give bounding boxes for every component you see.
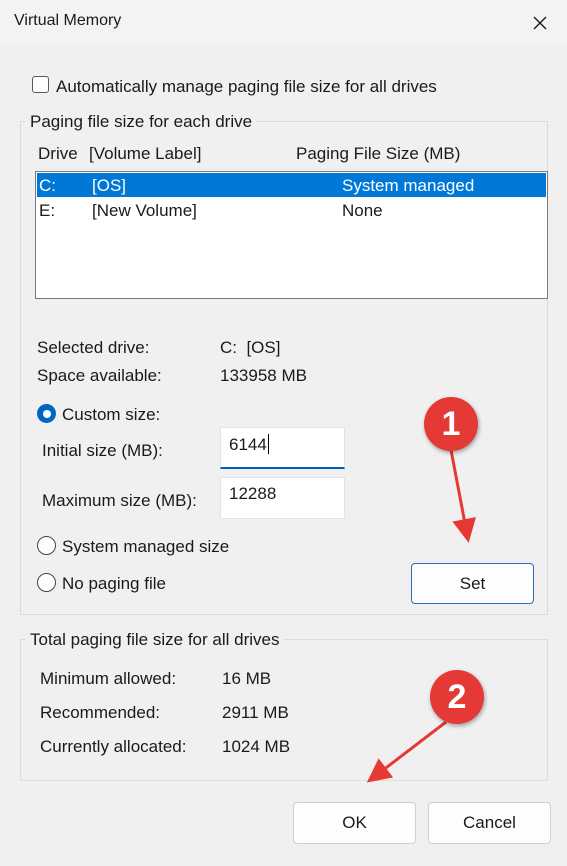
selected-drive-label: Selected drive: [37,338,150,357]
window-title: Virtual Memory [14,12,122,29]
drive-letter: C: [39,176,56,195]
column-header-drive[interactable]: Drive [38,144,78,164]
annotation-badge-1: 1 [424,397,478,451]
drive-volume-label: [OS] [92,176,127,195]
recommended-value: 2911 MB [222,703,289,722]
maximum-size-input[interactable]: 12288 [220,477,345,519]
maximum-size-value: 12288 [229,484,277,503]
drive-row-e[interactable]: E: [New Volume] None [37,198,546,222]
no-paging-file-radio[interactable] [37,573,56,592]
drive-list[interactable]: C: [OS] System managed E: [New Volume] N… [35,171,548,299]
close-icon [533,16,547,30]
close-button[interactable] [518,5,562,41]
currently-allocated-label: Currently allocated: [40,737,187,756]
space-available-value: 133958 MB [220,366,307,385]
text-caret [267,434,269,454]
selected-drive-value: C: [OS] [220,338,281,357]
minimum-allowed-label: Minimum allowed: [40,669,177,688]
custom-size-label[interactable]: Custom size: [62,405,160,425]
set-button[interactable]: Set [411,563,534,604]
recommended-label: Recommended: [40,703,161,722]
column-header-volume[interactable]: [Volume Label] [89,144,201,164]
drive-letter: E: [39,201,56,220]
total-group-title: Total paging file size for all drives [26,630,284,650]
no-paging-file-label[interactable]: No paging file [62,574,166,594]
drive-volume-label: [New Volume] [92,201,197,220]
initial-size-value: 6144 [229,435,267,454]
minimum-allowed-value: 16 MB [222,669,272,688]
drive-row-c[interactable]: C: [OS] System managed [37,173,546,197]
currently-allocated-value: 1024 MB [222,737,291,756]
drive-paging-size: None [342,201,383,220]
drive-paging-size: System managed [342,176,475,195]
cancel-button[interactable]: Cancel [428,802,551,844]
initial-size-label: Initial size (MB): [42,441,163,460]
column-header-size[interactable]: Paging File Size (MB) [296,144,460,164]
maximum-size-label: Maximum size (MB): [42,491,197,510]
space-available-label: Space available: [37,366,162,385]
auto-manage-checkbox[interactable] [32,76,49,93]
system-managed-label[interactable]: System managed size [62,537,229,557]
system-managed-radio[interactable] [37,536,56,555]
annotation-badge-2: 2 [430,670,484,724]
paging-group-title: Paging file size for each drive [26,112,257,132]
ok-button[interactable]: OK [293,802,416,844]
auto-manage-label[interactable]: Automatically manage paging file size fo… [56,77,437,97]
initial-size-input[interactable]: 6144 [220,427,345,469]
custom-size-radio[interactable] [37,404,56,423]
